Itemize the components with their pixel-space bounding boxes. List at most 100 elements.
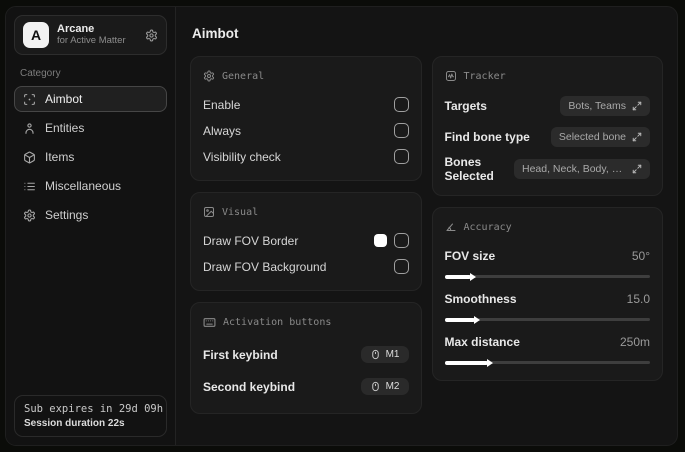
setting-label: Draw FOV Background <box>203 259 327 274</box>
sidebar-item-items[interactable]: Items <box>14 144 167 170</box>
sub-expires-text: Sub expires in 29d 09h <box>24 403 164 415</box>
tracker-row-bones-selected: Bones Selected Head, Neck, Body, Pe… <box>444 155 650 183</box>
keybind-label: Second keybind <box>203 379 296 394</box>
setting-label: Draw FOV Border <box>203 233 299 248</box>
main-content: Aimbot General Enable Always Visibility … <box>176 7 677 445</box>
fov-size-slider[interactable] <box>444 274 650 279</box>
subscription-info-box: Sub expires in 29d 09h Session duration … <box>14 395 167 437</box>
scan-crosshair-icon <box>23 93 36 106</box>
sidebar-item-miscellaneous[interactable]: Miscellaneous <box>14 173 167 199</box>
cheat-menu-window: A Arcane for Active Matter Category Aimb… <box>5 6 678 446</box>
panel-title: Visual <box>222 206 259 218</box>
list-icon <box>23 180 36 193</box>
sidebar-item-label: Miscellaneous <box>45 179 122 193</box>
enable-checkbox[interactable] <box>393 97 409 112</box>
keyboard-icon <box>203 316 216 329</box>
keybind-value: M2 <box>385 381 400 392</box>
sidebar-item-aimbot[interactable]: Aimbot <box>14 86 167 112</box>
slider-value: 250m <box>619 334 650 349</box>
bones-selected-dropdown[interactable]: Head, Neck, Body, Pe… <box>514 159 650 179</box>
panel-title: General <box>222 70 265 82</box>
slider-group-smoothness: Smoothness 15.0 <box>444 287 650 322</box>
settings-icon <box>203 70 215 82</box>
angle-icon <box>445 221 457 233</box>
keybind-value: M1 <box>385 349 400 360</box>
category-label: Category <box>20 68 61 79</box>
setting-label: Visibility check <box>203 149 281 164</box>
brand-name: Arcane <box>57 23 95 36</box>
sidebar-item-label: Entities <box>45 121 85 135</box>
mouse-icon <box>370 381 381 392</box>
slider-group-fov-size: FOV size 50° <box>444 244 650 279</box>
category-nav: Aimbot Entities Items Miscellaneous Sett… <box>14 86 167 228</box>
gear-icon[interactable] <box>145 29 158 42</box>
targets-dropdown[interactable]: Bots, Teams <box>560 95 650 116</box>
slider-label: Max distance <box>444 334 520 349</box>
tracker-row-find-bone-type: Find bone type Selected bone <box>445 124 650 149</box>
image-icon <box>203 206 215 218</box>
expand-icon <box>632 101 642 111</box>
keybind-label: First keybind <box>203 347 278 362</box>
setting-row-enable: Enable <box>203 93 409 116</box>
fov-border-checkbox[interactable] <box>393 233 409 248</box>
sidebar-item-label: Settings <box>45 208 89 222</box>
panel-general: General Enable Always Visibility check <box>190 56 422 181</box>
slider-value: 15.0 <box>626 291 650 306</box>
tracker-label: Targets <box>444 98 487 113</box>
right-column: Tracker Targets Bots, Teams Find bone ty… <box>431 56 663 381</box>
panel-visual: Visual Draw FOV Border Draw FOV Backgrou… <box>190 192 422 291</box>
tracker-row-targets: Targets Bots, Teams <box>444 93 650 118</box>
expand-icon <box>632 164 642 174</box>
setting-label: Always <box>203 123 242 138</box>
setting-label: Enable <box>203 97 241 112</box>
sidebar-item-label: Items <box>45 150 75 164</box>
slider-value: 50° <box>631 248 650 263</box>
panel-accuracy: Accuracy FOV size 50° Smoothness 15.0 Ma… <box>431 207 663 381</box>
sidebar: A Arcane for Active Matter Category Aimb… <box>6 7 176 445</box>
keybind-row-second: Second keybind M2 <box>203 372 409 401</box>
slider-fill <box>444 274 472 279</box>
sidebar-item-label: Aimbot <box>45 92 83 106</box>
fov-border-color-swatch[interactable] <box>373 234 387 247</box>
smoothness-slider[interactable] <box>444 317 650 322</box>
slider-group-max-distance: Max distance 250m <box>444 330 650 365</box>
max-distance-slider[interactable] <box>444 360 650 365</box>
second-keybind-button[interactable]: M2 <box>360 378 409 395</box>
always-checkbox[interactable] <box>393 123 409 138</box>
setting-row-fov-background: Draw FOV Background <box>203 255 409 278</box>
dropdown-value: Selected bone <box>558 130 626 143</box>
panel-tracker: Tracker Targets Bots, Teams Find bone ty… <box>431 56 663 196</box>
brand-subtitle: for Active Matter <box>57 34 126 46</box>
slider-label: Smoothness <box>444 291 517 306</box>
expand-icon <box>632 132 642 142</box>
slider-label: FOV size <box>444 248 496 263</box>
sidebar-item-entities[interactable]: Entities <box>14 115 167 141</box>
visibility-check-checkbox[interactable] <box>393 149 409 164</box>
slider-fill <box>444 360 488 365</box>
page-title: Aimbot <box>192 26 239 41</box>
dropdown-value: Head, Neck, Body, Pe… <box>522 163 626 175</box>
activity-icon <box>445 70 457 82</box>
person-icon <box>23 122 36 135</box>
brand-logo: A <box>23 22 49 48</box>
gear-icon <box>23 209 36 222</box>
panel-activation-buttons: Activation buttons First keybind M1 Seco… <box>190 302 422 414</box>
sidebar-item-settings[interactable]: Settings <box>14 202 167 228</box>
setting-row-always: Always <box>203 119 409 142</box>
first-keybind-button[interactable]: M1 <box>360 346 409 363</box>
cube-icon <box>23 151 36 164</box>
panel-title: Accuracy <box>463 221 512 233</box>
brand-card: A Arcane for Active Matter <box>14 15 167 55</box>
setting-row-fov-border: Draw FOV Border <box>203 229 409 252</box>
tracker-label: Bones Selected <box>444 155 494 183</box>
find-bone-type-dropdown[interactable]: Selected bone <box>550 126 650 147</box>
fov-background-checkbox[interactable] <box>393 259 409 274</box>
left-column: General Enable Always Visibility check V… <box>190 56 422 414</box>
slider-fill <box>444 317 476 322</box>
setting-row-visibility-check: Visibility check <box>203 145 409 168</box>
keybind-row-first: First keybind M1 <box>203 340 409 369</box>
dropdown-value: Bots, Teams <box>568 99 626 112</box>
mouse-icon <box>370 349 381 360</box>
session-duration-text: Session duration 22s <box>24 418 125 429</box>
panel-title: Activation buttons <box>223 317 332 328</box>
